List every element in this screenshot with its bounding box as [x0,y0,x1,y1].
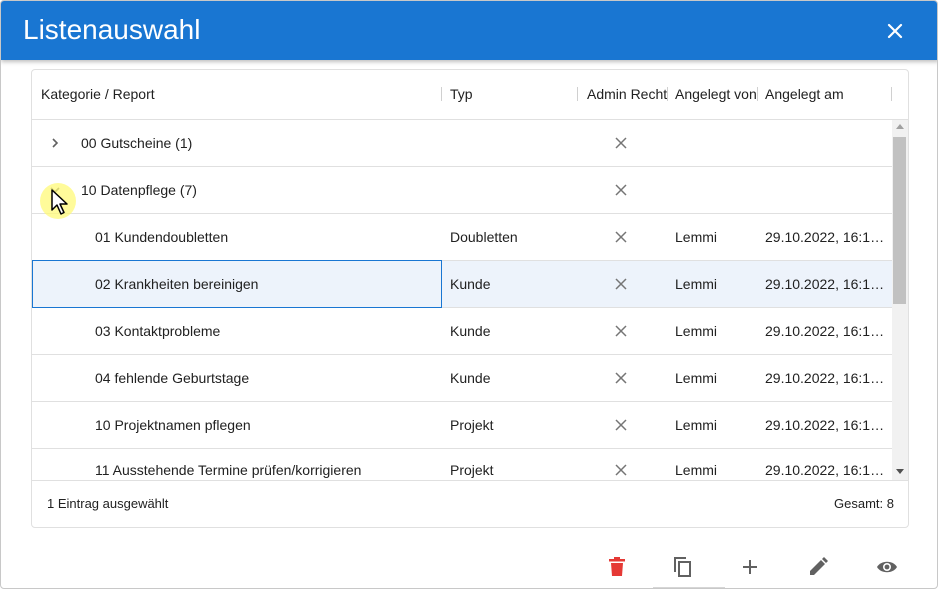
column-header-angelegt-am[interactable]: Angelegt am [765,70,844,120]
row-typ: Kunde [450,276,491,292]
row-angelegt-von: Lemmi [675,462,718,478]
table-row[interactable]: 11 Ausstehende Termine prüfen/korrigiere… [32,449,892,480]
report-grid: Kategorie / Report Typ Admin Recht Angel… [31,69,909,528]
pencil-icon [810,557,828,575]
x-mark-icon [615,231,627,243]
row-name: 04 fehlende Geburtstage [95,370,250,386]
row-angelegt-von: Lemmi [675,417,718,433]
chevron-down-icon[interactable] [48,183,62,197]
row-typ: Kunde [450,323,491,339]
column-separator[interactable] [757,87,758,101]
edit-button[interactable] [800,549,836,585]
table-row-group[interactable]: 00 Gutscheine (1) [32,120,892,167]
action-bar [1,549,937,587]
grid-header: Kategorie / Report Typ Admin Recht Angel… [32,70,908,120]
add-button[interactable] [732,549,768,585]
row-angelegt-am: 29.10.2022, 16:13:09 [765,229,885,245]
column-separator[interactable] [891,87,892,101]
table-row[interactable]: 10 Projektnamen pflegen Projekt Lemmi 29… [32,402,892,449]
view-button[interactable] [869,549,905,585]
table-row-group[interactable]: 10 Datenpflege (7) [32,167,892,214]
row-name: 10 Projektnamen pflegen [95,417,251,433]
row-name: 10 Datenpflege (7) [81,182,197,198]
row-typ: Projekt [450,462,494,478]
x-mark-icon [615,325,627,337]
row-angelegt-von: Lemmi [675,229,718,245]
vertical-scrollbar[interactable] [892,120,908,480]
row-name: 00 Gutscheine (1) [81,135,193,151]
close-button[interactable] [879,15,911,47]
table-row-selected[interactable]: 02 Krankheiten bereinigen Kunde Lemmi 29… [32,260,892,308]
table-row[interactable]: 04 fehlende Geburtstage Kunde Lemmi 29.1… [32,355,892,402]
scroll-up-arrow-icon[interactable] [896,124,904,129]
copy-button[interactable] [664,549,700,585]
delete-button[interactable] [599,549,635,585]
row-angelegt-am: 29.10.2022, 16:13:09 [765,462,885,478]
trash-icon [609,557,625,576]
selection-count: 1 Eintrag ausgewählt [47,496,169,511]
list-selection-dialog: Listenauswahl Kategorie / Report Typ Adm… [0,0,938,589]
eye-icon [877,561,897,573]
column-header-typ[interactable]: Typ [450,70,473,120]
plus-icon [743,560,757,574]
column-separator[interactable] [667,87,668,101]
row-name: 02 Krankheiten bereinigen [95,276,259,292]
x-mark-icon [615,137,627,149]
chevron-right-icon[interactable] [48,136,62,150]
column-header-kategorie[interactable]: Kategorie / Report [41,70,155,120]
x-mark-icon [615,184,627,196]
row-angelegt-am: 29.10.2022, 16:13:09 [765,276,885,292]
scrollbar-thumb[interactable] [893,137,906,304]
table-row[interactable]: 01 Kundendoubletten Doubletten Lemmi 29.… [32,214,892,261]
row-angelegt-am: 29.10.2022, 16:13:09 [765,417,885,433]
total-count: Gesamt: 8 [834,496,894,511]
x-mark-icon [615,464,627,476]
column-header-admin-recht[interactable]: Admin Recht [587,70,667,120]
grid-footer: 1 Eintrag ausgewählt Gesamt: 8 [32,480,908,527]
column-separator[interactable] [577,87,578,101]
row-typ: Projekt [450,417,494,433]
x-mark-icon [615,419,627,431]
row-angelegt-von: Lemmi [675,323,718,339]
x-mark-icon [615,278,627,290]
row-typ: Kunde [450,370,491,386]
dialog-titlebar: Listenauswahl [1,1,937,60]
row-angelegt-von: Lemmi [675,370,718,386]
column-separator[interactable] [441,87,442,101]
row-name: 01 Kundendoubletten [95,229,229,245]
row-angelegt-von: Lemmi [675,276,718,292]
grid-body: 00 Gutscheine (1) 10 Datenpflege (7) 01 … [32,120,892,480]
scroll-down-arrow-icon[interactable] [896,469,904,474]
copy-icon [674,557,691,577]
row-typ: Doubletten [450,229,518,245]
row-name: 03 Kontaktprobleme [95,323,221,339]
row-angelegt-am: 29.10.2022, 16:13:09 [765,370,885,386]
column-header-angelegt-von[interactable]: Angelegt von [675,70,757,120]
row-angelegt-am: 29.10.2022, 16:13:09 [765,323,885,339]
table-row[interactable]: 03 Kontaktprobleme Kunde Lemmi 29.10.202… [32,308,892,355]
dialog-title: Listenauswahl [23,14,201,45]
x-mark-icon [615,372,627,384]
close-icon [887,23,903,39]
row-name: 11 Ausstehende Termine prüfen/korrigiere… [95,462,362,478]
